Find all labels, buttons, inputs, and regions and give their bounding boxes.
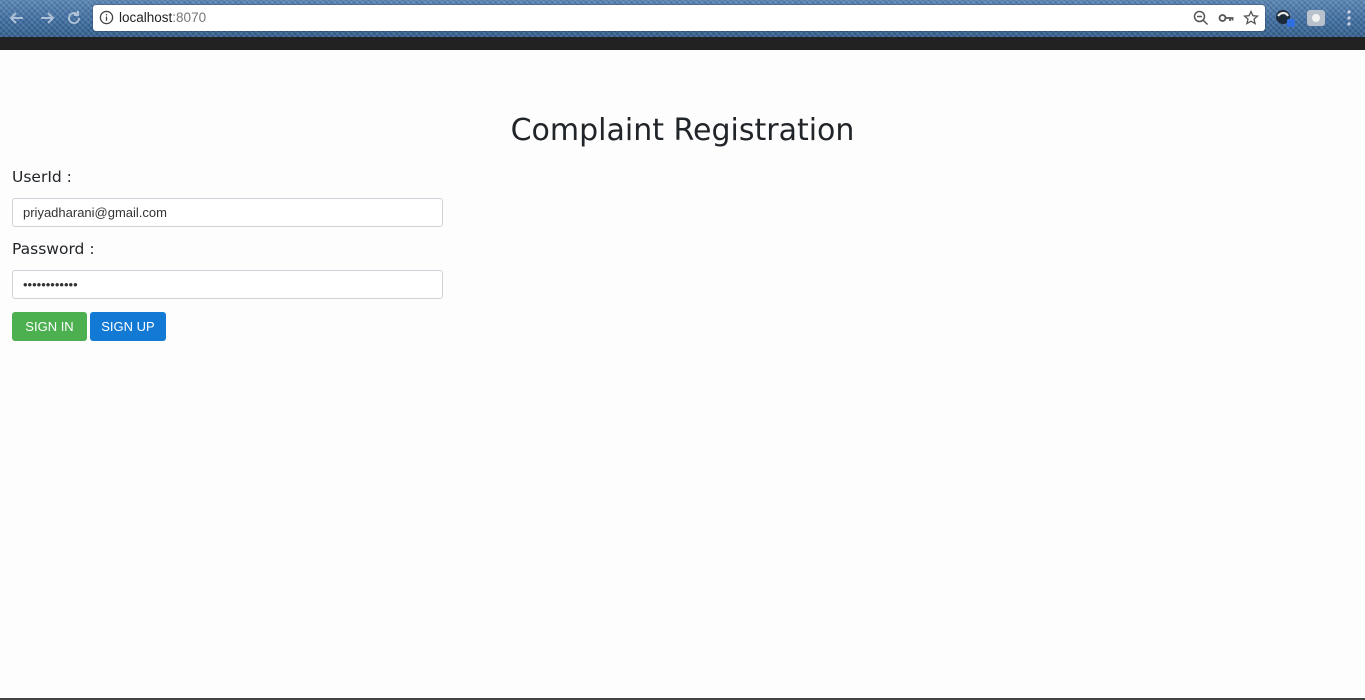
back-arrow-icon [9,12,23,24]
userid-label: UserId : [12,168,72,186]
extension-icon [1276,10,1295,27]
sign-up-button[interactable]: SIGN UP [90,312,166,341]
extension-button[interactable] [1274,8,1296,28]
url-host: localhost [119,10,173,25]
reload-icon [68,11,81,25]
url-port: :8070 [172,10,207,25]
profile-avatar-icon [1307,10,1325,26]
sign-in-button[interactable]: SIGN IN [12,312,87,341]
site-navbar [0,37,1365,50]
info-icon[interactable] [99,10,114,25]
back-button[interactable] [7,8,27,28]
password-input[interactable]: •••••••••••• [12,270,443,299]
key-icon[interactable] [1218,10,1234,26]
bookmark-star-icon[interactable] [1243,10,1259,26]
more-menu-icon[interactable] [1346,9,1352,27]
userid-input[interactable]: priyadharani@gmail.com [12,198,443,227]
password-label: Password : [12,240,95,258]
forward-arrow-icon [41,12,55,24]
forward-button[interactable] [37,8,57,28]
page-title: Complaint Registration [510,113,855,148]
address-bar[interactable]: localhost:8070 [93,5,1265,31]
address-url[interactable]: localhost:8070 [119,10,206,25]
browser-toolbar: localhost:8070 [0,0,1365,37]
reload-button[interactable] [64,8,84,28]
zoom-out-icon[interactable] [1193,10,1209,26]
profile-button[interactable] [1305,8,1327,28]
